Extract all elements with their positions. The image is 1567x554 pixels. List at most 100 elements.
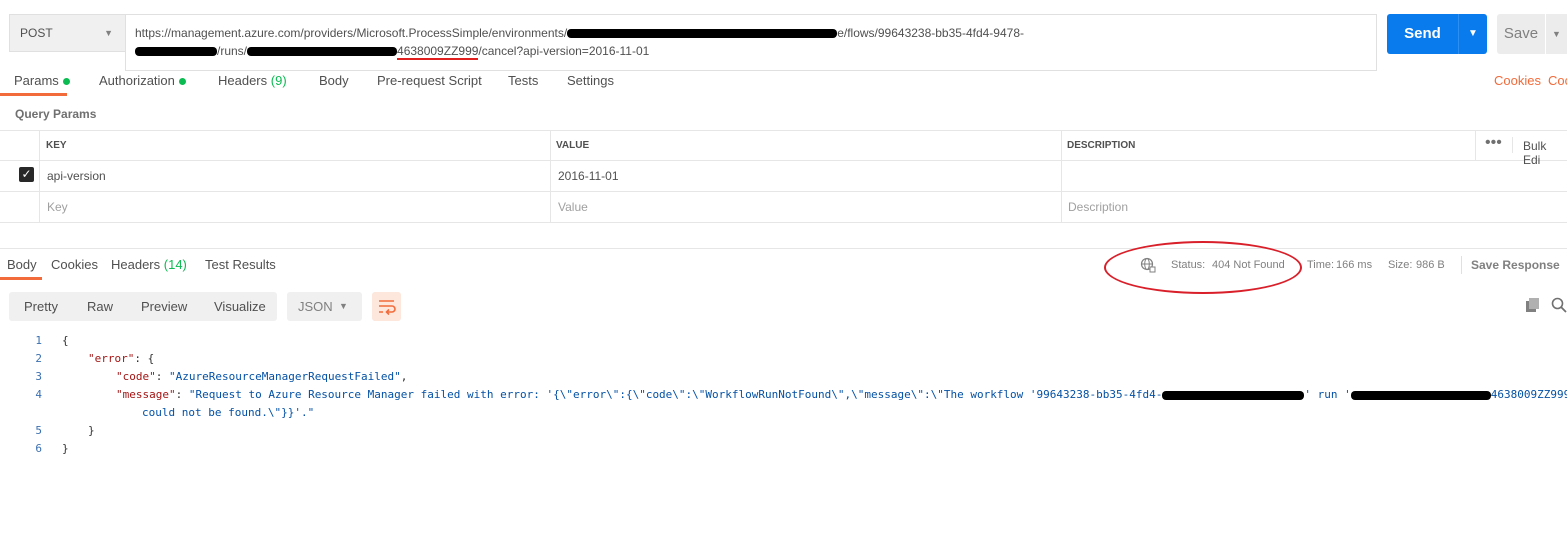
code-link[interactable]: Coc: [1548, 73, 1567, 88]
json-key: "error": [88, 352, 135, 365]
chevron-down-icon: ▼: [104, 28, 113, 38]
json-punct: :: [155, 370, 169, 383]
tab-count: (9): [270, 73, 287, 88]
new-description-input[interactable]: Description: [1068, 200, 1128, 214]
divider: [0, 248, 1567, 249]
url-cancel: /cancel?api-version=2016-11-01: [478, 44, 650, 58]
url-flows: e/flows/99643238-bb35-4fd4-9478-: [837, 26, 1024, 40]
wrap-lines-button[interactable]: [372, 292, 401, 321]
column-header-key: KEY: [46, 140, 67, 151]
code-open-brace: {: [62, 334, 69, 347]
more-options-icon[interactable]: •••: [1485, 134, 1502, 152]
code-line-message: "message": "Request to Azure Resource Ma…: [116, 388, 1567, 401]
code-line-error: "error": {: [88, 352, 154, 365]
save-options-button[interactable]: ▼: [1546, 14, 1567, 54]
response-tab-body[interactable]: Body: [7, 257, 37, 272]
method-label: POST: [20, 26, 53, 40]
json-key: "message": [116, 388, 176, 401]
tab-params[interactable]: Params: [14, 73, 70, 88]
response-tab-test-results[interactable]: Test Results: [205, 257, 276, 272]
run-id-tail: 4638009ZZ999: [397, 44, 479, 60]
response-tab-headers[interactable]: Headers (14): [111, 257, 187, 272]
new-key-input[interactable]: Key: [47, 200, 68, 214]
status-dot: [178, 78, 186, 86]
redaction-mark: [1162, 390, 1305, 400]
method-select[interactable]: POST ▼: [9, 14, 125, 52]
redaction-mark: [135, 47, 217, 57]
tab-label: Authorization: [99, 73, 175, 88]
tab-pre-request-script[interactable]: Pre-request Script: [377, 73, 482, 88]
code-line-code: "code": "AzureResourceManagerRequestFail…: [116, 370, 407, 383]
json-string: ' run ': [1304, 388, 1351, 401]
size-label: Size:: [1388, 259, 1413, 271]
json-string: 4638009ZZ999': [1490, 388, 1567, 401]
time-label: Time:: [1307, 259, 1335, 271]
json-string: "Request to Azure Resource Manager faile…: [188, 388, 1163, 401]
json-key: "code": [116, 370, 156, 383]
url-line-1: https://management.azure.com/providers/M…: [135, 26, 1024, 40]
line-number: 1: [35, 334, 42, 347]
url-line-2: /runs/4638009ZZ999/cancel?api-version=20…: [135, 44, 650, 60]
redaction-mark: [567, 29, 838, 39]
json-punct: :: [175, 388, 189, 401]
redaction-mark: [247, 47, 398, 57]
active-tab-indicator: [0, 93, 67, 96]
tab-settings[interactable]: Settings: [567, 73, 614, 88]
code-line-message-wrap: could not be found.\"}}'.": [142, 406, 315, 419]
send-options-button[interactable]: ▼: [1458, 14, 1487, 54]
params-table: KEY VALUE DESCRIPTION ••• Bulk Edi ✓ api…: [0, 130, 1567, 223]
redaction-mark: [1350, 390, 1491, 400]
param-value-cell[interactable]: 2016-11-01: [558, 169, 619, 183]
save-button[interactable]: Save: [1497, 14, 1545, 54]
check-icon: ✓: [21, 167, 32, 181]
json-punct: ,: [400, 370, 408, 383]
format-raw[interactable]: Raw: [87, 299, 113, 314]
code-close-brace: }: [62, 442, 69, 455]
param-key-cell[interactable]: api-version: [47, 169, 106, 183]
status-dot: [62, 78, 70, 86]
url-prefix: https://management.azure.com/providers/M…: [135, 26, 568, 40]
column-header-description: DESCRIPTION: [1067, 140, 1136, 151]
response-tab-cookies[interactable]: Cookies: [51, 257, 98, 272]
tab-authorization[interactable]: Authorization: [99, 73, 186, 88]
url-runs: /runs/: [217, 44, 248, 58]
format-preview[interactable]: Preview: [141, 299, 187, 314]
divider: [1461, 256, 1462, 274]
active-tab-indicator: [0, 277, 42, 280]
chevron-down-icon: ▼: [1552, 29, 1561, 39]
send-button[interactable]: Send: [1387, 14, 1458, 54]
new-value-input[interactable]: Value: [558, 200, 588, 214]
chevron-down-icon: ▼: [1468, 28, 1478, 39]
save-response-button[interactable]: Save Response: [1471, 258, 1560, 272]
wrap-lines-icon: [379, 300, 396, 316]
code-inner-close: }: [88, 424, 95, 437]
line-number: 5: [35, 424, 42, 437]
section-title: Query Params: [15, 107, 97, 121]
chevron-down-icon: ▼: [339, 301, 348, 311]
tab-headers[interactable]: Headers (9): [218, 73, 287, 88]
column-header-value: VALUE: [556, 140, 590, 151]
tab-count: (14): [163, 257, 187, 272]
tab-label: Headers: [218, 73, 268, 88]
line-number: 4: [35, 388, 42, 401]
json-string: "AzureResourceManagerRequestFailed": [169, 370, 401, 383]
cookies-link[interactable]: Cookies: [1494, 73, 1541, 88]
param-enabled-checkbox[interactable]: ✓: [19, 167, 34, 182]
url-input[interactable]: https://management.azure.com/providers/M…: [125, 14, 1377, 71]
tab-label: Headers: [111, 257, 161, 272]
search-icon[interactable]: [1551, 297, 1567, 316]
line-number: 6: [35, 442, 42, 455]
tab-label: Params: [14, 73, 59, 88]
tab-tests[interactable]: Tests: [508, 73, 538, 88]
tab-body[interactable]: Body: [319, 73, 349, 88]
time-value[interactable]: 166 ms: [1336, 259, 1372, 271]
json-punct: : {: [134, 352, 155, 365]
copy-icon[interactable]: [1525, 297, 1541, 316]
size-value[interactable]: 986 B: [1416, 259, 1445, 271]
format-visualize[interactable]: Visualize: [214, 299, 266, 314]
bulk-edit-link[interactable]: Bulk Edi: [1523, 139, 1567, 167]
line-number: 3: [35, 370, 42, 383]
format-pretty[interactable]: Pretty: [24, 299, 58, 314]
language-label: JSON: [298, 299, 333, 314]
line-number: 2: [35, 352, 42, 365]
